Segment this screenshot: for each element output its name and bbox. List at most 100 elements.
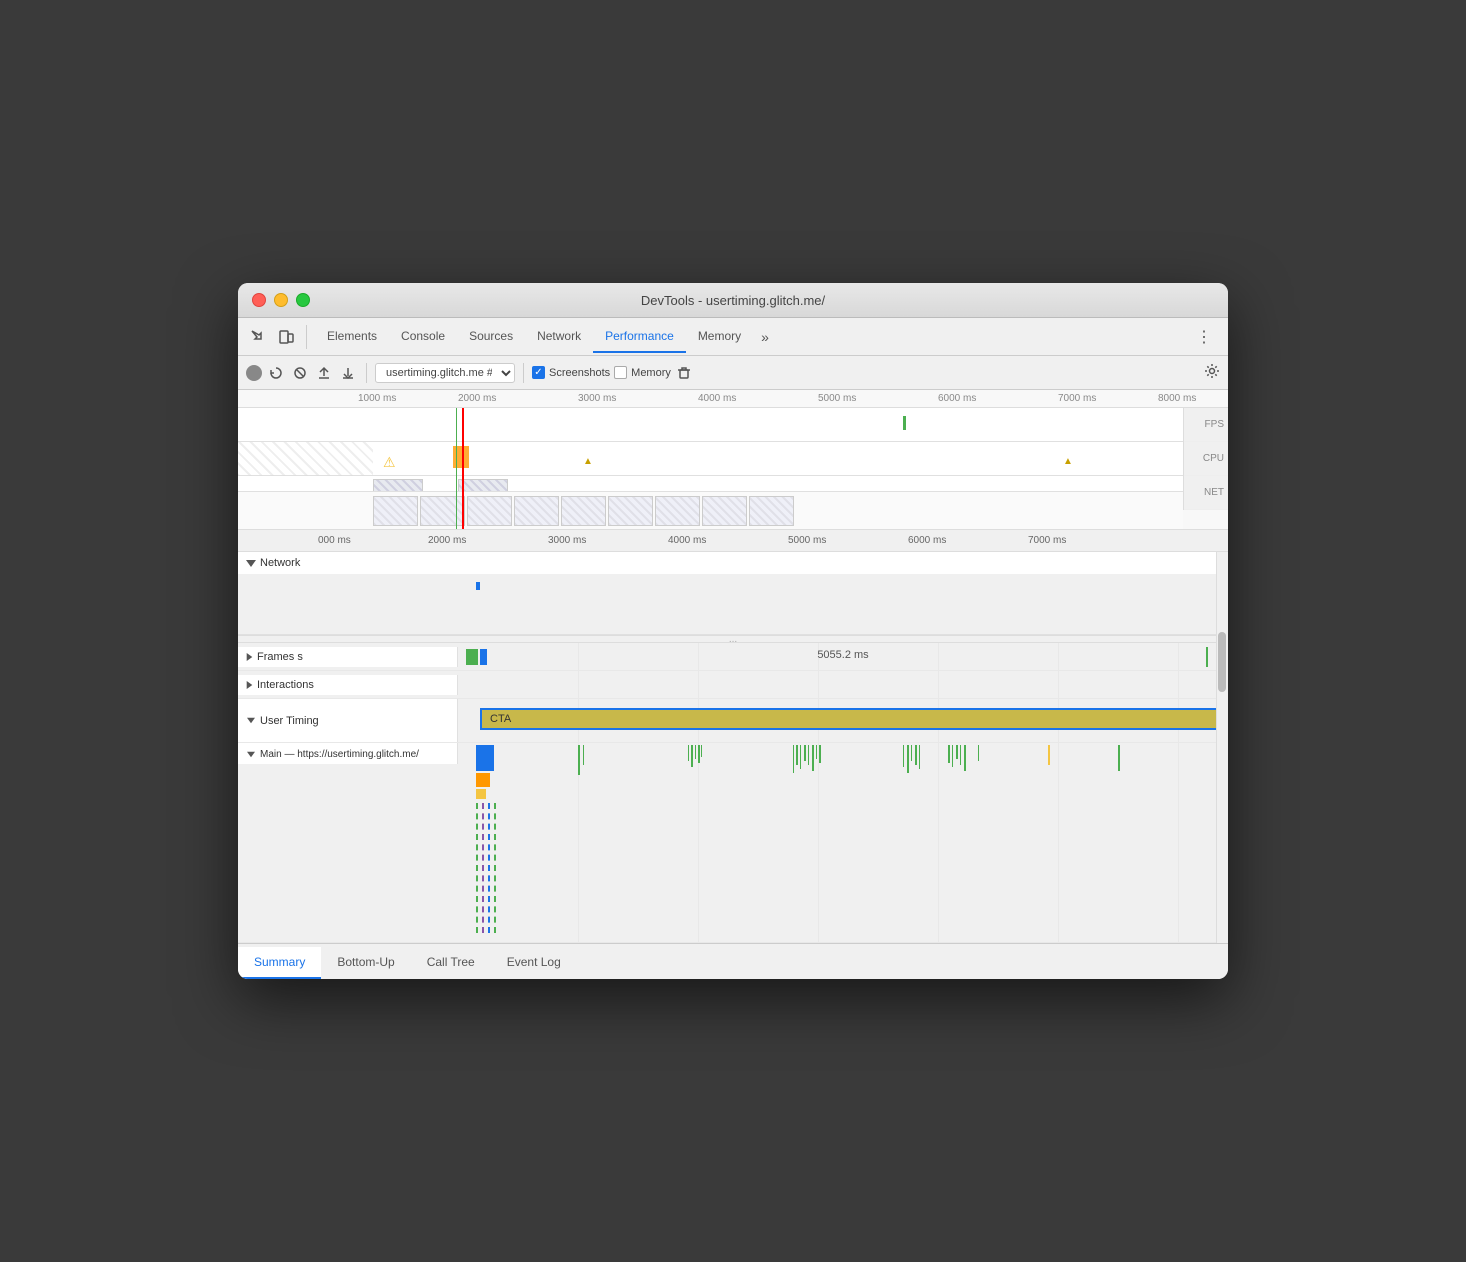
- grid-6: [1178, 643, 1179, 671]
- dashed-green-2: [494, 803, 496, 933]
- main-track-label: Main — https://usertiming.glitch.me/: [238, 743, 458, 764]
- record-button[interactable]: [246, 365, 262, 381]
- ruler2-3000: 3000 ms: [548, 535, 586, 546]
- upload-button[interactable]: [314, 363, 334, 383]
- green-bar-5: [695, 745, 696, 759]
- tab-memory[interactable]: Memory: [686, 321, 753, 353]
- maximize-button[interactable]: [296, 293, 310, 307]
- settings-button[interactable]: [1204, 363, 1220, 382]
- more-tabs-button[interactable]: »: [753, 325, 777, 349]
- ruler2-0: 000 ms: [318, 535, 351, 546]
- screenshots-checkbox[interactable]: ✓: [532, 366, 545, 379]
- green-bar-17: [907, 745, 909, 773]
- screenshot-strip: [238, 411, 1183, 455]
- main-track-row: Main — https://usertiming.glitch.me/: [238, 743, 1228, 943]
- frames-track-content: 5055.2 ms: [458, 643, 1228, 671]
- grid-5: [1058, 643, 1059, 671]
- download-button[interactable]: [338, 363, 358, 383]
- green-bar-25: [964, 745, 966, 771]
- devtools-window: DevTools - usertiming.glitch.me/ Element…: [238, 283, 1228, 979]
- green-bar-22: [952, 745, 953, 767]
- green-bar-4: [691, 745, 693, 767]
- ruler2-6000: 6000 ms: [908, 535, 946, 546]
- tab-event-log[interactable]: Event Log: [491, 947, 577, 979]
- int-grid-2: [698, 671, 699, 699]
- tab-console[interactable]: Console: [389, 321, 457, 353]
- devtools-menu-button[interactable]: ⋮: [1188, 323, 1220, 351]
- green-bar-19: [915, 745, 917, 765]
- tab-list: Elements Console Sources Network Perform…: [315, 321, 1188, 353]
- frame-blue: [480, 649, 487, 665]
- separator-2: [523, 363, 524, 383]
- dashed-purple-1: [482, 803, 484, 933]
- window-title: DevTools - usertiming.glitch.me/: [641, 293, 825, 308]
- ruler-tick-6000: 6000 ms: [938, 393, 976, 404]
- tab-bottom-up[interactable]: Bottom-Up: [321, 947, 410, 979]
- tab-elements[interactable]: Elements: [315, 321, 389, 353]
- fps-labels: FPS CPU NET: [1183, 408, 1228, 510]
- warning-triangle-2: ▲: [583, 456, 593, 467]
- vertical-scrollbar[interactable]: [1216, 552, 1228, 943]
- network-section-header[interactable]: Network: [238, 552, 1228, 574]
- playhead-red-line: [462, 408, 464, 529]
- green-bar-2: [583, 745, 584, 765]
- trash-button[interactable]: [677, 366, 691, 380]
- grid-4: [938, 643, 939, 671]
- green-bar-13: [812, 745, 814, 771]
- grid-1: [578, 643, 579, 671]
- main-yellow-block: [476, 789, 486, 799]
- green-bar-21: [948, 745, 950, 763]
- frame-green: [466, 649, 478, 665]
- reload-button[interactable]: [266, 363, 286, 383]
- timeline-overview[interactable]: 1000 ms 2000 ms 3000 ms 4000 ms 5000 ms …: [238, 390, 1228, 530]
- tab-sources[interactable]: Sources: [457, 321, 525, 353]
- warning-triangle-3: ▲: [1063, 456, 1073, 467]
- close-button[interactable]: [252, 293, 266, 307]
- devtools-tab-bar: Elements Console Sources Network Perform…: [238, 318, 1228, 356]
- green-bar-26: [978, 745, 979, 761]
- ss8: [702, 496, 747, 526]
- scrollbar-thumb[interactable]: [1218, 632, 1226, 692]
- green-bar-11: [804, 745, 806, 761]
- main-track-content: [458, 743, 1228, 943]
- timeline-ruler: 000 ms 2000 ms 3000 ms 4000 ms 5000 ms 6…: [238, 530, 1228, 552]
- green-bar-18: [911, 745, 912, 761]
- ruler-tick-8000: 8000 ms: [1158, 393, 1196, 404]
- tab-summary[interactable]: Summary: [238, 947, 321, 979]
- tab-network[interactable]: Network: [525, 321, 593, 353]
- yellow-bar-1: [1048, 745, 1050, 765]
- user-timing-track-content: CTA: [458, 699, 1228, 743]
- title-bar: DevTools - usertiming.glitch.me/: [238, 283, 1228, 318]
- network-section-content: [238, 574, 1228, 634]
- clear-button[interactable]: [290, 363, 310, 383]
- memory-checkbox[interactable]: [614, 366, 627, 379]
- inspector-icon[interactable]: [246, 325, 270, 349]
- ruler-tick-5000: 5000 ms: [818, 393, 856, 404]
- main-orange-block: [476, 773, 490, 787]
- ruler2-4000: 4000 ms: [668, 535, 706, 546]
- tab-performance[interactable]: Performance: [593, 321, 686, 353]
- net-label: NET: [1184, 476, 1228, 510]
- minimize-button[interactable]: [274, 293, 288, 307]
- green-bar-7: [701, 745, 702, 757]
- screenshots-checkbox-group[interactable]: ✓ Screenshots: [532, 366, 610, 379]
- main-grid-6: [1178, 743, 1179, 943]
- ruler2-7000: 7000 ms: [1028, 535, 1066, 546]
- device-icon[interactable]: [274, 325, 298, 349]
- green-bar-9: [796, 745, 798, 765]
- warning-triangle-1: ⚠: [383, 454, 396, 471]
- bottom-tabs: Summary Bottom-Up Call Tree Event Log: [238, 943, 1228, 979]
- recording-select[interactable]: usertiming.glitch.me #1: [375, 363, 515, 383]
- memory-checkbox-group[interactable]: Memory: [614, 366, 671, 379]
- network-bar-1: [476, 582, 480, 590]
- interactions-track-row: Interactions: [238, 671, 1228, 699]
- interactions-triangle: [247, 681, 253, 689]
- ss3: [467, 496, 512, 526]
- tab-call-tree[interactable]: Call Tree: [411, 947, 491, 979]
- ruler2-5000: 5000 ms: [788, 535, 826, 546]
- network-label: Network: [260, 557, 300, 569]
- int-grid-3: [818, 671, 819, 699]
- frames-track-row: Frames s 5055.2 ms: [238, 643, 1228, 671]
- cta-bar[interactable]: CTA: [480, 708, 1223, 730]
- frames-green-marker: [1206, 647, 1208, 667]
